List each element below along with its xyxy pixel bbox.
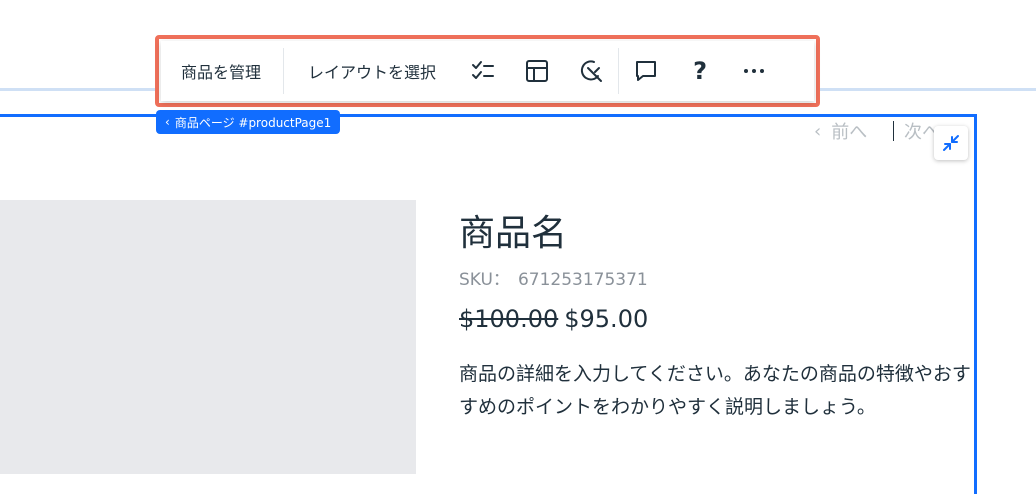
- sale-price: $95.00: [564, 305, 649, 333]
- prev-product-link[interactable]: ‹ 前へ: [814, 118, 867, 144]
- comment-icon[interactable]: [619, 41, 673, 101]
- product-description: 商品の詳細を入力してください。あなたの商品の特徴やおすすめのポイントをわかりやす…: [459, 363, 971, 418]
- prev-label: 前へ: [831, 122, 868, 143]
- collapse-icon: [943, 135, 959, 151]
- product-name: 商品名: [459, 213, 568, 254]
- more-icon[interactable]: [727, 41, 781, 101]
- original-price: $100.00: [459, 305, 559, 333]
- chevron-left-icon: ‹: [165, 115, 170, 129]
- product-sku: SKU： 671253175371: [459, 265, 648, 290]
- checklist-icon[interactable]: [456, 41, 510, 101]
- page-tag-label: 商品ページ #productPage1: [174, 115, 332, 130]
- layout-icon[interactable]: [510, 41, 564, 101]
- choose-layout-button[interactable]: レイアウトを選択: [284, 41, 456, 101]
- nav-divider: [893, 121, 894, 141]
- page-tag[interactable]: ‹ 商品ページ #productPage1: [156, 110, 341, 134]
- element-toolbar: 商品を管理 レイアウトを選択 ?: [155, 35, 820, 107]
- product-image-placeholder[interactable]: [0, 200, 416, 474]
- sku-value: 671253175371: [517, 270, 648, 290]
- price-row: $100.00 $95.00: [459, 305, 648, 333]
- help-icon[interactable]: ?: [673, 41, 727, 101]
- manage-products-button[interactable]: 商品を管理: [161, 41, 283, 101]
- chevron-left-icon: ‹: [814, 120, 822, 142]
- sku-label: SKU：: [459, 270, 510, 290]
- collapse-button[interactable]: [934, 126, 968, 160]
- design-icon[interactable]: [564, 41, 618, 101]
- toolbar-inner: 商品を管理 レイアウトを選択 ?: [161, 41, 814, 101]
